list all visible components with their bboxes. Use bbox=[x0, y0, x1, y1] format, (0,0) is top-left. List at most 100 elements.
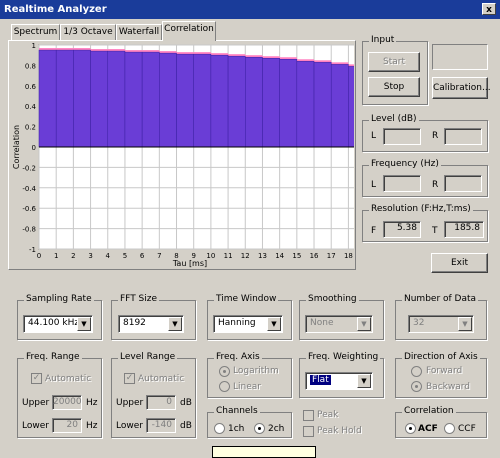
linear-radio[interactable] bbox=[219, 381, 230, 392]
number-of-data-select[interactable]: 32 ▼ bbox=[408, 315, 474, 333]
logarithm-radio[interactable] bbox=[219, 366, 230, 377]
fft-size-select[interactable]: 8192 ▼ bbox=[118, 315, 184, 333]
x-tick-label: 0 bbox=[37, 252, 41, 260]
calibration-button[interactable]: Calibration... bbox=[432, 77, 491, 99]
sampling-rate-label: Sampling Rate bbox=[24, 294, 94, 304]
window-title: Realtime Analyzer bbox=[4, 4, 107, 15]
level-range-upper-field[interactable]: 0 bbox=[146, 395, 176, 410]
backward-radio[interactable] bbox=[411, 381, 422, 392]
ccf-radio[interactable] bbox=[444, 423, 455, 434]
level-range-lower-field[interactable]: -140 bbox=[146, 418, 176, 433]
sampling-rate-select[interactable]: 44.100 kHz ▼ bbox=[23, 315, 93, 333]
ch2-radio[interactable] bbox=[254, 423, 265, 434]
chart-bar bbox=[193, 53, 212, 148]
chart-bar bbox=[210, 54, 229, 148]
y-tick-label: -0.6 bbox=[22, 205, 36, 213]
chevron-down-icon: ▼ bbox=[168, 317, 182, 331]
chart-bar bbox=[227, 55, 246, 148]
x-tick-label: 14 bbox=[275, 252, 284, 260]
freq-weighting-select[interactable]: Flat ▼ bbox=[305, 372, 373, 390]
y-tick-label: 0 bbox=[32, 144, 36, 152]
time-window-value: Hanning bbox=[218, 318, 256, 328]
x-tick-label: 1 bbox=[54, 252, 58, 260]
peak-checkbox[interactable] bbox=[303, 410, 314, 421]
number-of-data-label: Number of Data bbox=[402, 294, 479, 304]
resolution-f-label: F bbox=[371, 226, 377, 236]
x-tick-label: 2 bbox=[71, 252, 75, 260]
smoothing-select[interactable]: None ▼ bbox=[305, 315, 373, 333]
x-tick-label: 10 bbox=[206, 252, 215, 260]
backward-label: Backward bbox=[426, 382, 470, 392]
acf-label: ACF bbox=[418, 424, 438, 434]
x-tick-label: 6 bbox=[140, 252, 145, 260]
freq-range-label: Freq. Range bbox=[24, 352, 82, 362]
time-window-select[interactable]: Hanning ▼ bbox=[213, 315, 283, 333]
level-r-label: R bbox=[432, 131, 439, 141]
x-tick-label: 7 bbox=[157, 252, 161, 260]
ccf-label: CCF bbox=[458, 424, 476, 434]
stop-button[interactable]: Stop bbox=[368, 77, 420, 97]
channels-label: Channels bbox=[214, 406, 260, 416]
freq-range-lower-field[interactable]: 20 bbox=[52, 418, 82, 433]
level-group-label: Level (dB) bbox=[369, 114, 419, 124]
resolution-t-value: 185.8 bbox=[444, 221, 484, 238]
frequency-l-field bbox=[383, 175, 421, 192]
freq-range-lower-unit: Hz bbox=[86, 421, 98, 431]
frequency-r-label: R bbox=[432, 180, 439, 190]
direction-of-axis-group: Direction of Axis bbox=[395, 352, 487, 398]
frequency-l-label: L bbox=[371, 180, 377, 190]
partial-tooltip bbox=[212, 446, 316, 458]
x-axis-label: Tau [ms] bbox=[172, 259, 207, 268]
start-button[interactable]: Start bbox=[368, 52, 420, 72]
tab-waterfall[interactable]: Waterfall bbox=[116, 24, 162, 40]
linear-label: Linear bbox=[233, 382, 261, 392]
peak-hold-checkbox[interactable] bbox=[303, 426, 314, 437]
chart-bar bbox=[348, 66, 354, 148]
close-icon[interactable]: x bbox=[482, 3, 496, 15]
x-tick-label: 12 bbox=[241, 252, 250, 260]
y-tick-label: -1 bbox=[29, 246, 36, 254]
freq-range-lower-label: Lower bbox=[22, 421, 49, 431]
level-l-label: L bbox=[371, 131, 377, 141]
tab-correlation[interactable]: Correlation bbox=[162, 21, 216, 41]
freq-range-automatic-checkbox[interactable]: ✓ bbox=[31, 373, 42, 384]
tab-one-third-octave[interactable]: 1/3 Octave bbox=[60, 24, 116, 40]
ch1-radio[interactable] bbox=[214, 423, 225, 434]
level-range-lower-label: Lower bbox=[116, 421, 143, 431]
x-tick-label: 11 bbox=[224, 252, 233, 260]
time-window-label: Time Window bbox=[214, 294, 279, 304]
y-tick-label: 0.4 bbox=[25, 103, 37, 111]
y-tick-label: 1 bbox=[32, 42, 36, 50]
peak-hold-label: Peak Hold bbox=[317, 426, 362, 436]
chart-bar bbox=[296, 61, 315, 148]
x-tick-label: 13 bbox=[258, 252, 267, 260]
x-tick-label: 17 bbox=[327, 252, 336, 260]
chevron-down-icon: ▼ bbox=[357, 317, 371, 331]
correlation-label: Correlation bbox=[402, 406, 456, 416]
chart-bar bbox=[159, 52, 177, 148]
chevron-down-icon: ▼ bbox=[77, 317, 91, 331]
smoothing-label: Smoothing bbox=[306, 294, 359, 304]
acf-radio[interactable] bbox=[405, 423, 416, 434]
chart-bar bbox=[38, 49, 57, 148]
x-tick-label: 15 bbox=[292, 252, 301, 260]
freq-range-automatic-label: Automatic bbox=[45, 374, 92, 384]
level-range-label: Level Range bbox=[118, 352, 178, 362]
level-r-field bbox=[444, 128, 482, 145]
chart-bar bbox=[90, 50, 109, 148]
tab-spectrum[interactable]: Spectrum bbox=[11, 24, 60, 40]
level-range-automatic-checkbox[interactable]: ✓ bbox=[124, 373, 135, 384]
level-range-automatic-label: Automatic bbox=[138, 374, 185, 384]
x-tick-label: 4 bbox=[106, 252, 111, 260]
ch1-label: 1ch bbox=[228, 424, 245, 434]
x-tick-label: 5 bbox=[123, 252, 127, 260]
freq-range-upper-field[interactable]: 20000 bbox=[52, 395, 82, 410]
direction-of-axis-label: Direction of Axis bbox=[402, 352, 480, 362]
fft-size-label: FFT Size bbox=[118, 294, 160, 304]
chart-bar bbox=[73, 49, 91, 148]
chevron-down-icon: ▼ bbox=[267, 317, 281, 331]
chevron-down-icon: ▼ bbox=[458, 317, 472, 331]
forward-radio[interactable] bbox=[411, 366, 422, 377]
freq-range-upper-label: Upper bbox=[22, 398, 50, 408]
exit-button[interactable]: Exit bbox=[431, 253, 488, 273]
